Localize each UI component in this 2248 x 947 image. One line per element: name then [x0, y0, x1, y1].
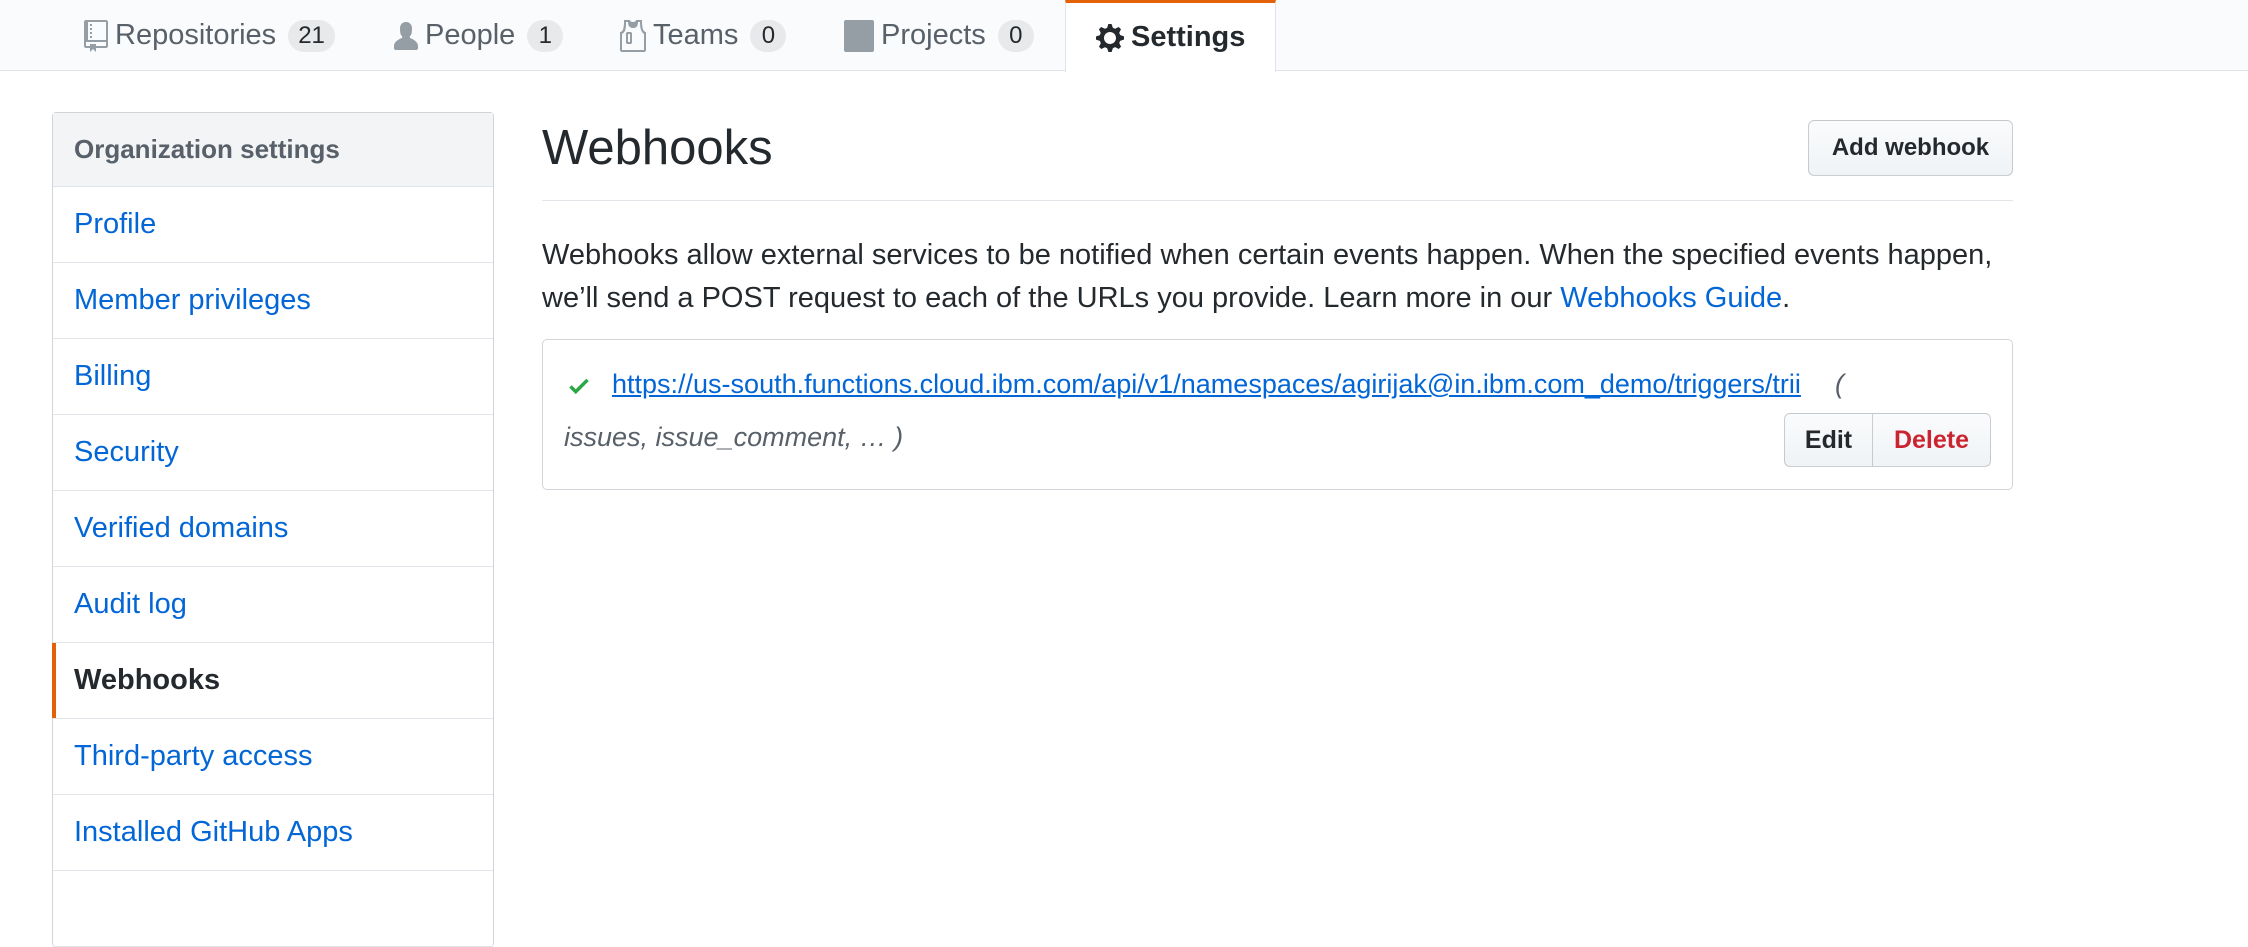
description-end: .	[1782, 282, 1791, 314]
page-title: Webhooks	[542, 121, 773, 175]
repositories-count: 21	[288, 19, 335, 52]
webhook-events-open: (	[1835, 369, 1844, 399]
delete-webhook-button[interactable]: Delete	[1873, 413, 1991, 467]
sidebar-item-member-privileges[interactable]: Member privileges	[53, 263, 493, 339]
tab-label: Settings	[1131, 21, 1246, 53]
sidebar-item-installed-github-apps[interactable]: Installed GitHub Apps	[53, 795, 493, 871]
description-line-1: Webhooks allow external services to be n…	[542, 239, 1993, 271]
webhook-url-link[interactable]: https://us-south.functions.cloud.ibm.com…	[612, 369, 1801, 400]
teams-count: 0	[750, 19, 787, 52]
sidebar-item-billing[interactable]: Billing	[53, 339, 493, 415]
gear-icon	[1096, 22, 1124, 54]
people-count: 1	[527, 19, 564, 52]
sidebar-item-third-party-access[interactable]: Third-party access	[53, 719, 493, 795]
repo-icon	[84, 19, 108, 52]
person-icon	[394, 20, 418, 52]
description-line-2: we’ll send a POST request to each of the…	[542, 282, 1561, 314]
settings-sidebar: Organization settings Profile Member pri…	[52, 112, 494, 947]
sidebar-item-cutoff[interactable]	[53, 871, 493, 947]
tab-settings[interactable]: Settings	[1065, 0, 1277, 72]
webhook-list-item: https://us-south.functions.cloud.ibm.com…	[542, 339, 2013, 490]
tab-people[interactable]: People 1	[394, 0, 564, 71]
webhook-actions: Edit Delete	[1784, 413, 1991, 467]
org-nav-tabs: Repositories 21 People 1 Teams 0 Project…	[0, 0, 2248, 72]
add-webhook-button[interactable]: Add webhook	[1808, 120, 2013, 176]
tab-repositories[interactable]: Repositories 21	[84, 0, 335, 71]
webhook-events: issues, issue_comment, … )	[564, 422, 904, 452]
webhooks-guide-link[interactable]: Webhooks Guide	[1560, 282, 1782, 314]
tab-teams[interactable]: Teams 0	[618, 0, 787, 71]
tab-label: Repositories	[115, 19, 277, 51]
project-icon	[844, 19, 874, 52]
tab-label: Projects	[881, 19, 986, 51]
check-icon	[566, 373, 592, 404]
edit-webhook-button[interactable]: Edit	[1784, 413, 1873, 467]
title-divider	[542, 200, 2013, 201]
jersey-icon	[618, 19, 646, 52]
tab-label: Teams	[653, 19, 739, 51]
webhooks-description: Webhooks allow external services to be n…	[542, 234, 2017, 320]
tab-label: People	[425, 19, 516, 51]
sidebar-item-profile[interactable]: Profile	[53, 187, 493, 263]
sidebar-item-audit-log[interactable]: Audit log	[53, 567, 493, 643]
sidebar-item-webhooks[interactable]: Webhooks	[52, 643, 493, 719]
sidebar-header: Organization settings	[53, 113, 493, 187]
projects-count: 0	[997, 19, 1034, 52]
sidebar-item-verified-domains[interactable]: Verified domains	[53, 491, 493, 567]
tab-projects[interactable]: Projects 0	[844, 0, 1034, 71]
sidebar-item-security[interactable]: Security	[53, 415, 493, 491]
